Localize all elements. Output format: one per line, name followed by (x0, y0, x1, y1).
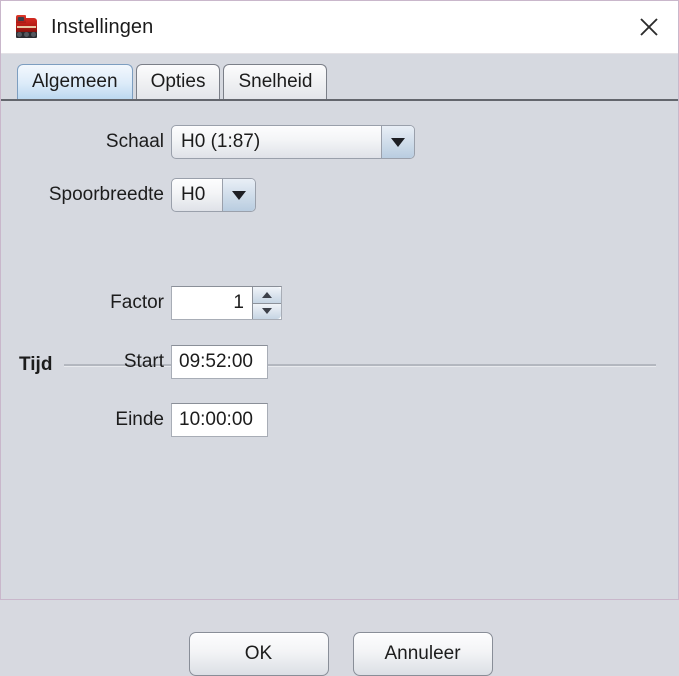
tab-panel-algemeen: Schaal H0 (1:87) Spoorbreedte H0 Tijd Fa… (1, 99, 678, 676)
cancel-button[interactable]: Annuleer (352, 632, 493, 676)
locomotive-icon (14, 14, 40, 40)
end-row: Einde 10:00:00 (1, 403, 301, 437)
ok-button[interactable]: OK (188, 632, 329, 676)
settings-dialog: Instellingen Algemeen Opties Snelheid Sc… (0, 0, 679, 676)
chevron-down-icon[interactable] (222, 179, 255, 211)
chevron-down-icon[interactable] (381, 126, 414, 158)
gauge-dropdown[interactable]: H0 (171, 178, 256, 212)
dialog-button-bar: OK Annuleer (1, 632, 679, 676)
factor-label: Factor (110, 292, 164, 313)
tab-snelheid[interactable]: Snelheid (223, 64, 328, 99)
start-input[interactable]: 09:52:00 (171, 345, 268, 379)
end-label: Einde (115, 409, 164, 430)
window-title: Instellingen (51, 15, 154, 38)
factor-value[interactable]: 1 (172, 287, 252, 319)
gauge-label: Spoorbreedte (48, 184, 164, 205)
tab-opties[interactable]: Opties (135, 64, 221, 99)
tab-snelheid-label: Snelheid (238, 71, 313, 92)
factor-row: Factor 1 (1, 286, 301, 320)
end-input[interactable]: 10:00:00 (171, 403, 268, 437)
scale-dropdown[interactable]: H0 (1:87) (171, 125, 415, 159)
title-bar: Instellingen (1, 1, 678, 54)
scale-row: Schaal H0 (1:87) (1, 125, 421, 159)
stepper-down-icon[interactable] (253, 303, 281, 319)
tab-opties-label: Opties (150, 71, 206, 92)
stepper-up-icon[interactable] (253, 287, 281, 304)
start-row: Start 09:52:00 (1, 345, 301, 379)
tab-algemeen-label: Algemeen (32, 71, 118, 92)
gauge-row: Spoorbreedte H0 (1, 178, 301, 212)
tab-strip: Algemeen Opties Snelheid (1, 54, 678, 99)
close-icon[interactable] (620, 1, 678, 53)
scale-label: Schaal (105, 131, 164, 152)
scale-value: H0 (1:87) (181, 131, 261, 152)
factor-stepper-buttons (252, 287, 281, 319)
tab-algemeen[interactable]: Algemeen (17, 64, 133, 99)
gauge-value: H0 (181, 184, 206, 205)
factor-stepper[interactable]: 1 (171, 286, 282, 320)
start-label: Start (123, 351, 164, 372)
